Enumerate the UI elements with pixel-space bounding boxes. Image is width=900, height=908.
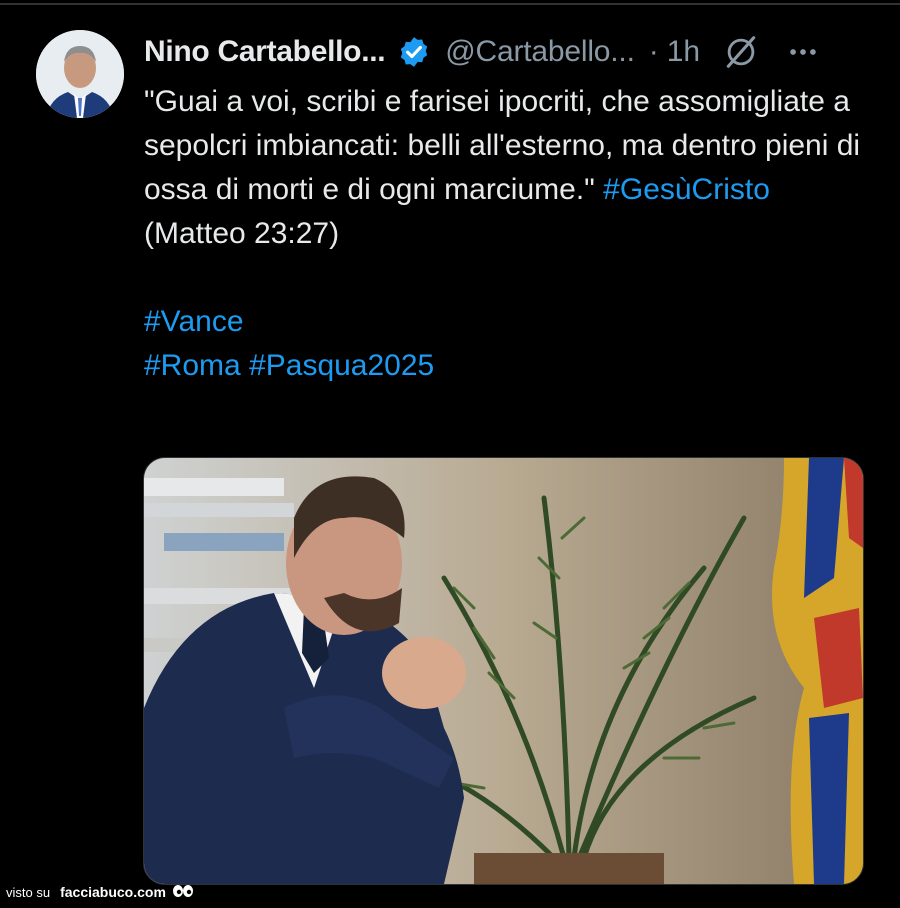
timestamp[interactable]: 1h (667, 35, 700, 69)
author-name[interactable]: Nino Cartabello... (144, 35, 386, 69)
tweet-quote-paragraph: "Guai a voi, scribi e farisei ipocriti, … (144, 80, 864, 212)
author-handle[interactable]: @Cartabello... (445, 35, 635, 69)
watermark-prefix: visto su (6, 884, 51, 900)
top-divider (0, 3, 900, 5)
hashtag-roma[interactable]: #Roma (144, 349, 241, 382)
tweet-text: "Guai a voi, scribi e farisei ipocriti, … (144, 80, 864, 388)
tweet-header: Nino Cartabello... @Cartabello... · 1h (144, 30, 884, 74)
hashtag-gesucristo[interactable]: #GesùCristo (603, 173, 770, 206)
more-options-icon[interactable] (786, 35, 820, 69)
hashtag-vance[interactable]: #Vance (144, 305, 244, 338)
separator-dot: · (648, 35, 659, 68)
hashtag-pasqua2025[interactable]: #Pasqua2025 (249, 349, 434, 382)
avatar-image (36, 30, 124, 118)
bible-reference: (Matteo 23:27) (144, 217, 340, 250)
eyes-icon (172, 885, 193, 897)
watermark: visto su facciabuco.com (6, 880, 194, 904)
tweet-photo[interactable] (143, 457, 864, 885)
photo-image (144, 458, 863, 884)
watermark-brand: facciabuco.com (60, 884, 166, 900)
verified-badge-icon (401, 37, 428, 67)
author-avatar[interactable] (36, 30, 124, 118)
grok-icon[interactable] (722, 33, 760, 71)
